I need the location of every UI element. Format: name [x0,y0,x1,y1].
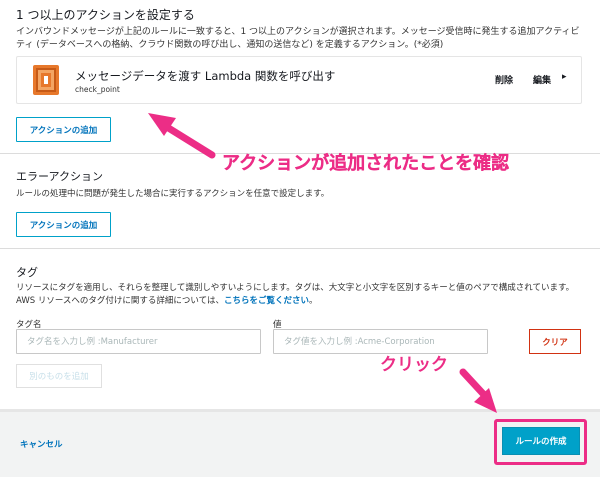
section-divider [0,248,600,249]
add-error-action-button[interactable]: アクションの追加 [16,212,111,237]
tag-description-line1: リソースにタグを適用し、それらを整理して識別しやすいようにします。タグは、大文字… [16,283,575,293]
tag-description-line2: AWS リソースへのタグ付けに関する詳細については、こちらをご覧ください。 [16,295,591,308]
action-card[interactable]: メッセージデータを渡す Lambda 関数を呼び出す check_point 削… [16,56,582,104]
tag-name-input[interactable] [16,329,261,354]
annotation-confirm-text: アクションが追加されたことを確認 [222,153,510,174]
error-action-title: エラーアクション [16,170,104,183]
delete-action-link[interactable]: 削除 [495,73,513,86]
tag-section-description: リソースにタグを適用し、それらを整理して識別しやすいようにします。タグは、大文字… [16,282,591,308]
tag-section-title: タグ [16,266,38,279]
lambda-icon [33,65,59,95]
action-card-title: メッセージデータを渡す Lambda 関数を呼び出す [75,69,336,83]
chevron-right-icon[interactable]: ▸ [562,72,567,82]
arrow-to-card-icon [148,113,216,159]
actions-section-description: インバウンドメッセージが上記のルールに一致すると、1 つ以上のアクションが選択さ… [16,27,580,50]
annotation-click-text: クリック [380,355,448,375]
tag-description-prefix: AWS リソースへのタグ付けに関する詳細については、 [16,296,225,306]
add-action-button[interactable]: アクションの追加 [16,117,111,142]
arrow-to-create-icon [459,368,497,413]
edit-action-link[interactable]: 編集 [533,73,551,86]
create-rule-button[interactable]: ルールの作成 [502,427,580,455]
learn-more-link[interactable]: こちらをご覧ください [224,296,309,306]
actions-section-title: 1 つ以上のアクションを設定する [16,8,195,22]
tag-description-suffix: 。 [309,296,318,306]
add-another-tag-button[interactable]: 別のものを追加 [16,364,102,388]
action-card-subtitle: check_point [75,85,120,94]
cancel-link[interactable]: キャンセル [20,438,63,450]
error-action-description: ルールの処理中に問題が発生した場合に実行するアクションを任意で設定します。 [16,189,330,199]
clear-button[interactable]: クリア [529,329,581,354]
